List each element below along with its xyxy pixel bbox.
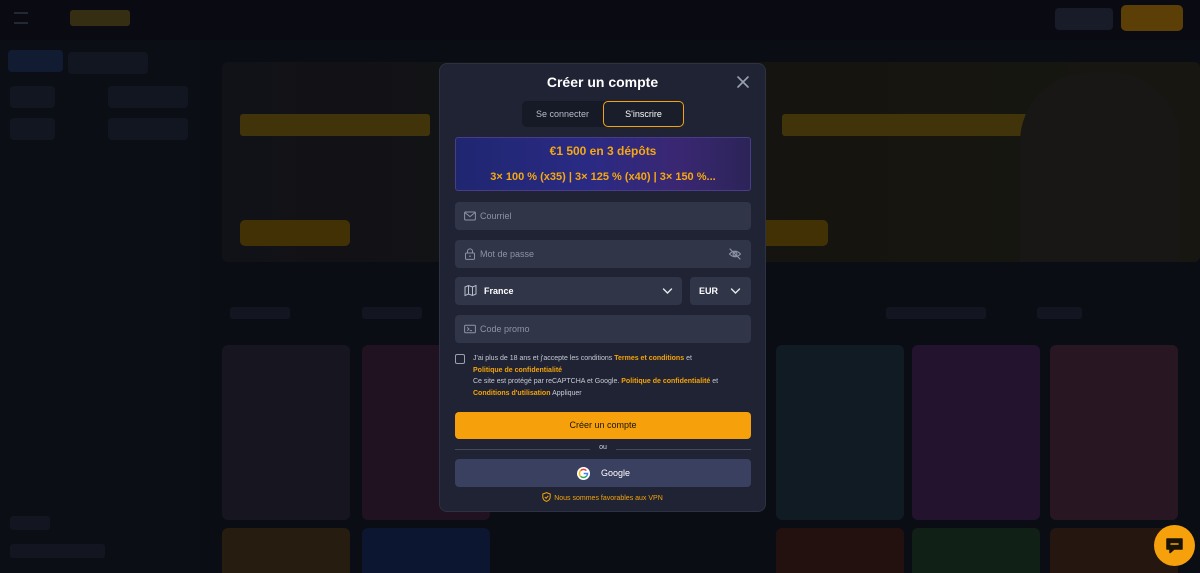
and-text: et [712,378,719,386]
promo-code-field[interactable] [455,315,751,343]
vpn-notice: Nous sommes favorables aux VPN [440,492,765,504]
consent-text: J'ai plus de 18 ans et j'accepte les con… [473,353,751,399]
auth-tabs: Se connecter S'inscrire [522,101,684,127]
eye-off-icon[interactable] [728,247,742,261]
close-icon [737,76,749,88]
google-icon [577,467,590,480]
age-text: J'ai plus de 18 ans et j'accepte les con… [473,355,613,362]
google-signin-button[interactable]: Google [455,459,751,487]
chat-icon [1166,538,1183,554]
mail-icon [464,211,476,221]
close-button[interactable] [735,74,751,90]
bonus-details: 3× 100 % (x35) | 3× 125 % (x40) | 3× 150… [490,171,716,183]
chevron-down-icon [730,288,741,294]
apply-text: Appliquer [552,389,582,397]
country-select[interactable]: France [455,277,682,305]
or-text: ou [590,444,616,451]
welcome-bonus-banner: €1 500 en 3 dépôts 3× 100 % (x35) | 3× 1… [455,137,751,191]
currency-value: EUR [699,286,719,296]
lock-icon [465,248,475,260]
promo-code-input[interactable] [480,315,730,343]
consent-block: J'ai plus de 18 ans et j'accepte les con… [455,353,751,401]
age-terms-checkbox[interactable] [455,354,465,364]
ticket-icon [464,324,476,334]
recaptcha-text: Ce site est protégé par reCAPTCHA et Goo… [473,378,620,386]
modal-title: Créer un compte [546,74,659,90]
google-label: Google [601,468,631,478]
create-account-button[interactable]: Créer un compte [455,412,751,439]
chevron-down-icon [662,288,673,294]
chat-button[interactable] [1154,525,1195,566]
tab-register[interactable]: S'inscrire [603,101,684,127]
password-input[interactable] [480,240,730,268]
and-text: et [686,355,692,362]
privacy-link-2[interactable]: Politique de confidentialité [621,378,710,385]
country-value: France [484,286,514,296]
shield-icon [542,492,551,502]
password-field[interactable] [455,240,751,268]
signup-modal: Créer un compte Se connecter S'inscrire … [439,63,766,512]
currency-select[interactable]: EUR [690,277,751,305]
email-field[interactable] [455,202,751,230]
email-input[interactable] [480,202,730,230]
map-icon [464,284,477,297]
privacy-link[interactable]: Politique de confidentialité [473,367,562,374]
divider [616,449,751,450]
tab-login[interactable]: Se connecter [522,101,603,127]
divider [455,449,590,450]
bonus-amount: €1 500 en 3 dépôts [549,144,657,158]
terms-link[interactable]: Termes et conditions [614,355,684,362]
vpn-text: Nous sommes favorables aux VPN [554,495,663,502]
terms-of-use-link[interactable]: Conditions d'utilisation [473,390,551,397]
